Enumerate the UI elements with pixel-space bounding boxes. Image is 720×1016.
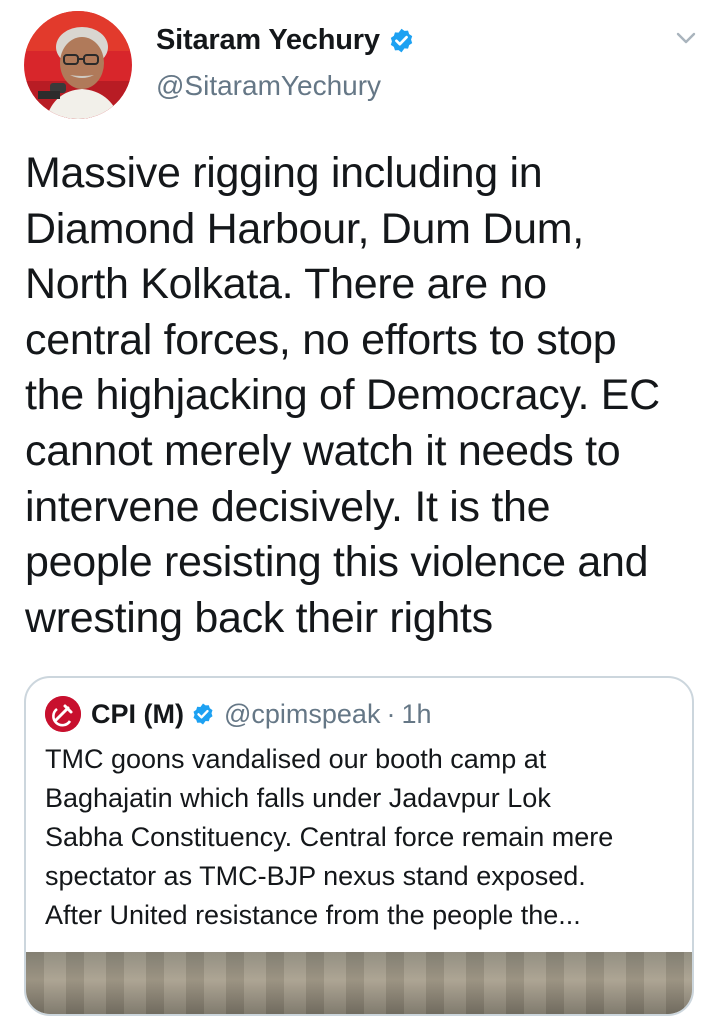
- author-display-name[interactable]: Sitaram Yechury: [156, 24, 380, 57]
- quoted-handle[interactable]: @cpimspeak: [224, 699, 380, 730]
- quoted-tweet-media[interactable]: [26, 952, 692, 1014]
- tweet-text: Massive rigging including in Diamond Har…: [25, 149, 660, 642]
- quoted-tweet-card[interactable]: CPI (M) @cpimspeak · 1h TMC goons vandal…: [24, 676, 694, 1016]
- quoted-display-name[interactable]: CPI (M): [91, 699, 184, 730]
- quoted-tweet-text: TMC goons vandalised our booth camp at B…: [45, 744, 614, 930]
- display-name-row: Sitaram Yechury: [156, 20, 415, 60]
- quoted-separator: ·: [386, 698, 396, 729]
- hammer-sickle-icon: [45, 696, 81, 732]
- author-handle[interactable]: @SitaramYechury: [156, 70, 415, 102]
- quoted-verified-badge-icon: [191, 702, 215, 726]
- quoted-tweet-header: CPI (M) @cpimspeak · 1h: [45, 696, 432, 732]
- quoted-timestamp[interactable]: 1h: [401, 699, 431, 730]
- avatar-photo-icon: [24, 11, 132, 119]
- media-photo: [26, 952, 692, 1014]
- chevron-down-icon[interactable]: [674, 26, 698, 50]
- verified-badge-icon: [388, 27, 415, 54]
- author-avatar[interactable]: [24, 11, 132, 119]
- tweet: Sitaram Yechury @SitaramYechury Massive …: [0, 0, 720, 1016]
- author-info: Sitaram Yechury @SitaramYechury: [156, 20, 415, 102]
